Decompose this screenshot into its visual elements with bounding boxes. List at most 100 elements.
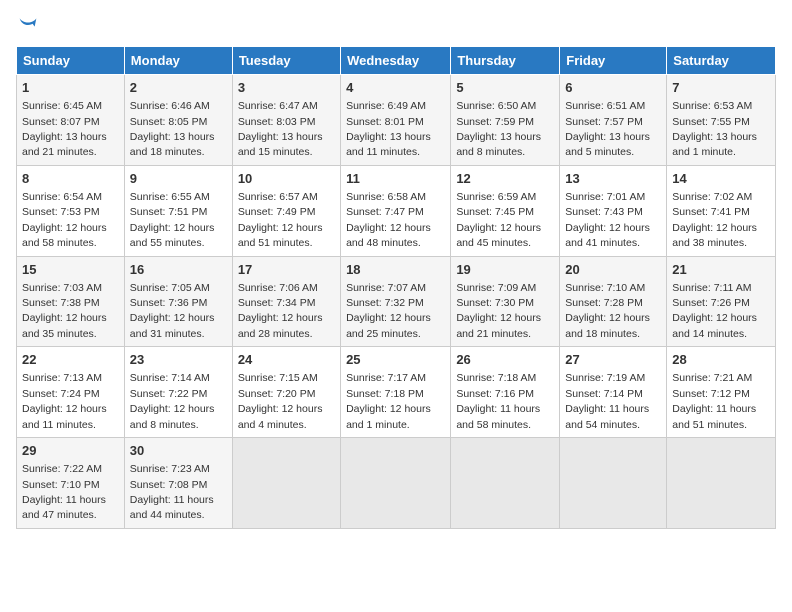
- calendar-cell: 25Sunrise: 7:17 AMSunset: 7:18 PMDayligh…: [341, 347, 451, 438]
- sunset-info: Sunset: 7:53 PM: [22, 206, 100, 218]
- calendar-cell: 14Sunrise: 7:02 AMSunset: 7:41 PMDayligh…: [667, 165, 776, 256]
- daylight-info: Daylight: 12 hours and 11 minutes.: [22, 403, 107, 430]
- day-number: 26: [456, 351, 554, 369]
- sunset-info: Sunset: 7:43 PM: [565, 206, 643, 218]
- day-number: 3: [238, 79, 335, 97]
- calendar-cell: 23Sunrise: 7:14 AMSunset: 7:22 PMDayligh…: [124, 347, 232, 438]
- daylight-info: Daylight: 13 hours and 15 minutes.: [238, 131, 323, 158]
- calendar-cell: [341, 438, 451, 529]
- daylight-info: Daylight: 12 hours and 31 minutes.: [130, 312, 215, 339]
- calendar-cell: 30Sunrise: 7:23 AMSunset: 7:08 PMDayligh…: [124, 438, 232, 529]
- sunset-info: Sunset: 7:24 PM: [22, 388, 100, 400]
- sunrise-info: Sunrise: 7:15 AM: [238, 372, 318, 384]
- sunset-info: Sunset: 8:07 PM: [22, 116, 100, 128]
- sunrise-info: Sunrise: 7:03 AM: [22, 282, 102, 294]
- sunrise-info: Sunrise: 7:09 AM: [456, 282, 536, 294]
- daylight-info: Daylight: 12 hours and 48 minutes.: [346, 222, 431, 249]
- sunset-info: Sunset: 7:51 PM: [130, 206, 208, 218]
- calendar-cell: 21Sunrise: 7:11 AMSunset: 7:26 PMDayligh…: [667, 256, 776, 347]
- day-number: 20: [565, 261, 661, 279]
- day-header-wednesday: Wednesday: [341, 47, 451, 75]
- sunset-info: Sunset: 7:14 PM: [565, 388, 643, 400]
- sunrise-info: Sunrise: 6:46 AM: [130, 100, 210, 112]
- day-header-thursday: Thursday: [451, 47, 560, 75]
- sunrise-info: Sunrise: 6:58 AM: [346, 191, 426, 203]
- sunrise-info: Sunrise: 6:47 AM: [238, 100, 318, 112]
- logo: [16, 16, 38, 34]
- calendar-cell: 8Sunrise: 6:54 AMSunset: 7:53 PMDaylight…: [17, 165, 125, 256]
- daylight-info: Daylight: 12 hours and 14 minutes.: [672, 312, 757, 339]
- day-number: 27: [565, 351, 661, 369]
- sunrise-info: Sunrise: 7:02 AM: [672, 191, 752, 203]
- sunrise-info: Sunrise: 6:51 AM: [565, 100, 645, 112]
- daylight-info: Daylight: 13 hours and 18 minutes.: [130, 131, 215, 158]
- calendar-cell: 12Sunrise: 6:59 AMSunset: 7:45 PMDayligh…: [451, 165, 560, 256]
- calendar-cell: 18Sunrise: 7:07 AMSunset: 7:32 PMDayligh…: [341, 256, 451, 347]
- daylight-info: Daylight: 11 hours and 47 minutes.: [22, 494, 106, 521]
- calendar-week-row: 15Sunrise: 7:03 AMSunset: 7:38 PMDayligh…: [17, 256, 776, 347]
- sunrise-info: Sunrise: 6:45 AM: [22, 100, 102, 112]
- day-header-tuesday: Tuesday: [232, 47, 340, 75]
- calendar-cell: 15Sunrise: 7:03 AMSunset: 7:38 PMDayligh…: [17, 256, 125, 347]
- daylight-info: Daylight: 11 hours and 51 minutes.: [672, 403, 756, 430]
- day-number: 7: [672, 79, 770, 97]
- calendar-cell: 6Sunrise: 6:51 AMSunset: 7:57 PMDaylight…: [560, 75, 667, 166]
- day-number: 17: [238, 261, 335, 279]
- sunset-info: Sunset: 7:57 PM: [565, 116, 643, 128]
- sunset-info: Sunset: 7:41 PM: [672, 206, 750, 218]
- daylight-info: Daylight: 12 hours and 28 minutes.: [238, 312, 323, 339]
- day-number: 13: [565, 170, 661, 188]
- sunset-info: Sunset: 8:03 PM: [238, 116, 316, 128]
- daylight-info: Daylight: 11 hours and 54 minutes.: [565, 403, 649, 430]
- day-number: 28: [672, 351, 770, 369]
- day-number: 30: [130, 442, 227, 460]
- sunset-info: Sunset: 7:22 PM: [130, 388, 208, 400]
- calendar-week-row: 29Sunrise: 7:22 AMSunset: 7:10 PMDayligh…: [17, 438, 776, 529]
- day-number: 29: [22, 442, 119, 460]
- day-number: 15: [22, 261, 119, 279]
- calendar-cell: [560, 438, 667, 529]
- sunrise-info: Sunrise: 6:53 AM: [672, 100, 752, 112]
- calendar-cell: 22Sunrise: 7:13 AMSunset: 7:24 PMDayligh…: [17, 347, 125, 438]
- sunset-info: Sunset: 7:18 PM: [346, 388, 424, 400]
- sunset-info: Sunset: 7:08 PM: [130, 479, 208, 491]
- calendar-cell: 16Sunrise: 7:05 AMSunset: 7:36 PMDayligh…: [124, 256, 232, 347]
- day-number: 24: [238, 351, 335, 369]
- sunset-info: Sunset: 7:12 PM: [672, 388, 750, 400]
- daylight-info: Daylight: 12 hours and 55 minutes.: [130, 222, 215, 249]
- sunset-info: Sunset: 7:47 PM: [346, 206, 424, 218]
- daylight-info: Daylight: 12 hours and 35 minutes.: [22, 312, 107, 339]
- calendar-cell: 13Sunrise: 7:01 AMSunset: 7:43 PMDayligh…: [560, 165, 667, 256]
- calendar-cell: [451, 438, 560, 529]
- sunrise-info: Sunrise: 6:57 AM: [238, 191, 318, 203]
- sunrise-info: Sunrise: 7:05 AM: [130, 282, 210, 294]
- sunrise-info: Sunrise: 7:19 AM: [565, 372, 645, 384]
- sunset-info: Sunset: 7:34 PM: [238, 297, 316, 309]
- calendar-cell: 1 Sunrise: 6:45 AM Sunset: 8:07 PM Daylight…: [17, 75, 125, 166]
- day-number: 16: [130, 261, 227, 279]
- calendar-cell: 24Sunrise: 7:15 AMSunset: 7:20 PMDayligh…: [232, 347, 340, 438]
- daylight-info: Daylight: 12 hours and 1 minute.: [346, 403, 431, 430]
- calendar-cell: 20Sunrise: 7:10 AMSunset: 7:28 PMDayligh…: [560, 256, 667, 347]
- day-number: 23: [130, 351, 227, 369]
- calendar-cell: 28 Sunrise: 7:21 AM Sunset: 7:12 PM Dayligh…: [667, 347, 776, 438]
- sunset-info: Sunset: 7:45 PM: [456, 206, 534, 218]
- sunrise-info: Sunrise: 7:22 AM: [22, 463, 102, 475]
- daylight-info: Daylight: 12 hours and 45 minutes.: [456, 222, 541, 249]
- sunrise-info: Sunrise: 7:23 AM: [130, 463, 210, 475]
- day-number: 1: [22, 79, 119, 97]
- sunset-info: Sunset: 7:28 PM: [565, 297, 643, 309]
- sunrise-info: Sunrise: 7:21 AM: [672, 372, 752, 384]
- days-header-row: SundayMondayTuesdayWednesdayThursdayFrid…: [17, 47, 776, 75]
- page-header: [16, 16, 776, 34]
- day-header-saturday: Saturday: [667, 47, 776, 75]
- calendar-week-row: 22Sunrise: 7:13 AMSunset: 7:24 PMDayligh…: [17, 347, 776, 438]
- daylight-info: Daylight: 11 hours and 58 minutes.: [456, 403, 540, 430]
- sunrise-info: Sunrise: 6:49 AM: [346, 100, 426, 112]
- daylight-info: Daylight: 13 hours and 21 minutes.: [22, 131, 107, 158]
- daylight-info: Daylight: 12 hours and 25 minutes.: [346, 312, 431, 339]
- day-number: 14: [672, 170, 770, 188]
- calendar-cell: 9Sunrise: 6:55 AMSunset: 7:51 PMDaylight…: [124, 165, 232, 256]
- daylight-info: Daylight: 13 hours and 5 minutes.: [565, 131, 650, 158]
- daylight-info: Daylight: 12 hours and 8 minutes.: [130, 403, 215, 430]
